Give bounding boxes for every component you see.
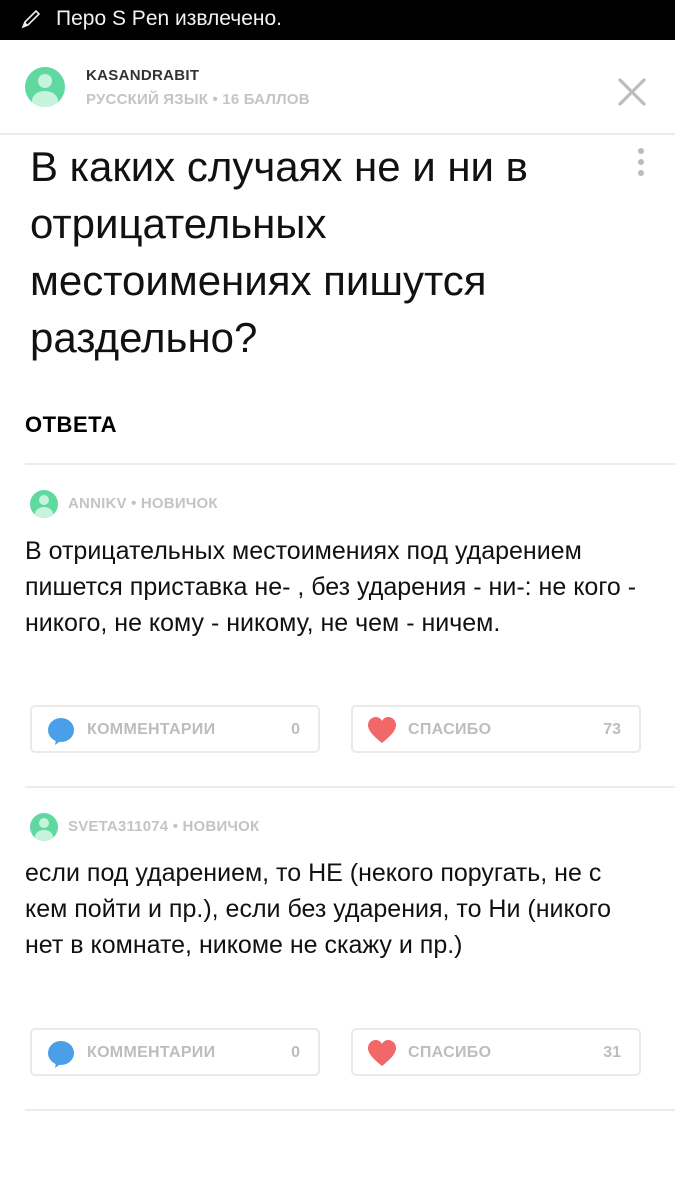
answer-text: В отрицательных местоимениях под ударени… — [25, 537, 637, 637]
comments-label: КОММЕНТАРИИ — [87, 721, 216, 738]
comments-count: 0 — [291, 1044, 300, 1061]
answer-divider — [25, 1109, 675, 1111]
comment-bubble-icon — [48, 1041, 74, 1068]
thanks-label: СПАСИБО — [408, 721, 492, 738]
comment-bubble-icon — [48, 718, 74, 745]
close-icon[interactable] — [612, 72, 652, 112]
answer-avatar-icon[interactable] — [30, 813, 58, 841]
thanks-button[interactable]: СПАСИБО 31 — [351, 1028, 641, 1076]
pen-icon — [21, 9, 41, 29]
answers-divider — [25, 463, 675, 465]
answer-divider — [25, 786, 675, 788]
status-text: Перо S Pen извлечено. — [56, 7, 283, 30]
answer-text: если под ударением, то НЕ (некого поруга… — [25, 859, 612, 959]
header-divider — [0, 133, 675, 135]
heart-icon — [368, 717, 396, 743]
more-vertical-icon[interactable] — [635, 148, 647, 178]
answer-user[interactable]: SVETA311074 • НОВИЧОК — [68, 818, 259, 835]
user-avatar-icon[interactable] — [25, 67, 65, 107]
comments-button[interactable]: КОММЕНТАРИИ 0 — [30, 1028, 320, 1076]
thanks-label: СПАСИБО — [408, 1044, 492, 1061]
comments-button[interactable]: КОММЕНТАРИИ 0 — [30, 705, 320, 753]
thanks-count: 73 — [603, 721, 621, 738]
answer-user[interactable]: ANNIKV • НОВИЧОК — [68, 495, 218, 512]
answers-heading: ОТВЕТА — [25, 412, 118, 437]
answer-avatar-icon[interactable] — [30, 490, 58, 518]
comments-label: КОММЕНТАРИИ — [87, 1044, 216, 1061]
thanks-button[interactable]: СПАСИБО 73 — [351, 705, 641, 753]
heart-icon — [368, 1040, 396, 1066]
question-header: KASANDRABIT РУССКИЙ ЯЗЫК • 16 БАЛЛОВ — [0, 40, 675, 134]
question-author[interactable]: KASANDRABIT — [86, 67, 199, 84]
thanks-count: 31 — [603, 1044, 621, 1061]
comments-count: 0 — [291, 721, 300, 738]
status-bar: Перо S Pen извлечено. — [0, 0, 675, 40]
question-meta: РУССКИЙ ЯЗЫК • 16 БАЛЛОВ — [86, 91, 310, 108]
question-title: В каких случаях не и ни в отрицательных … — [30, 143, 528, 361]
